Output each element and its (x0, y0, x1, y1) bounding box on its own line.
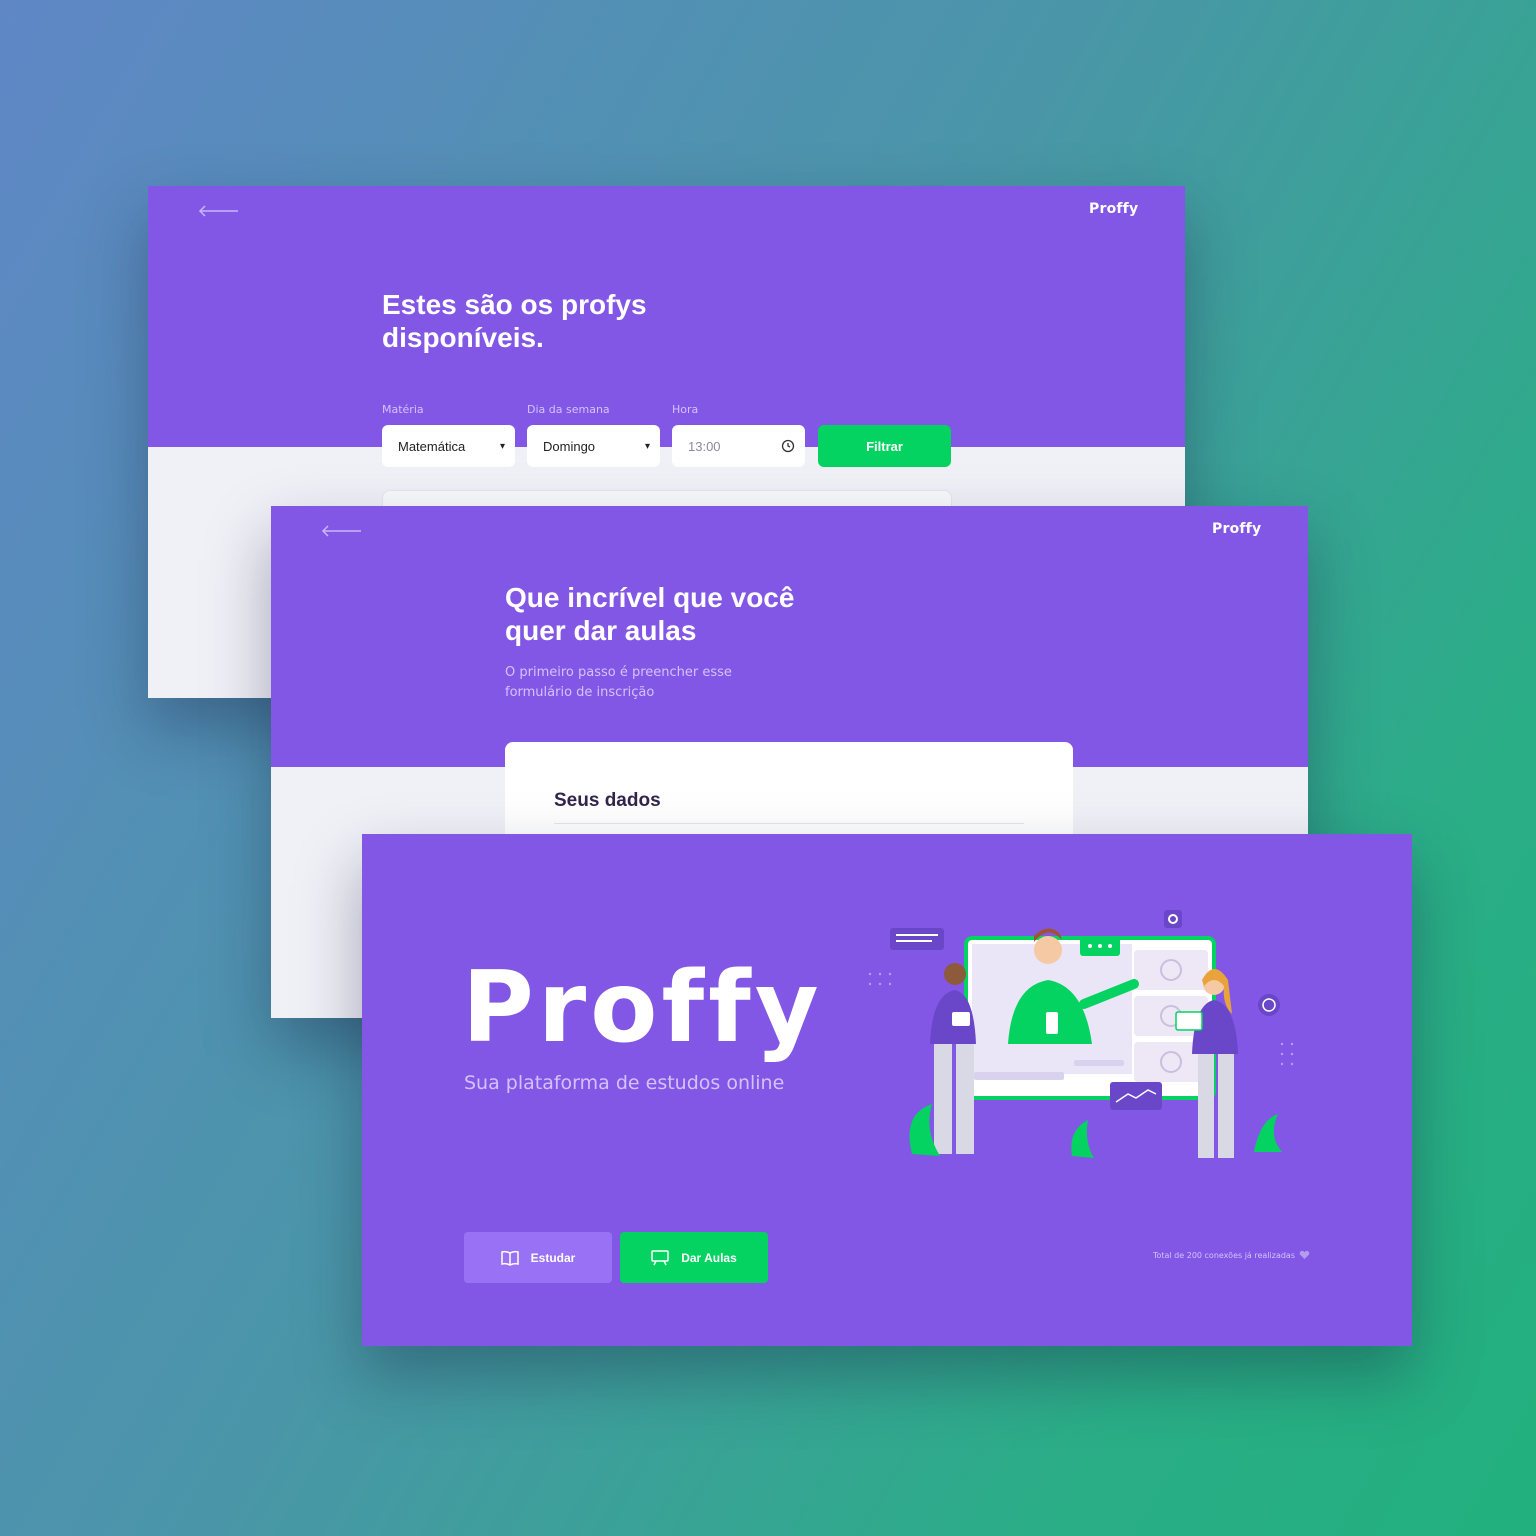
form-section-title: Seus dados (554, 790, 661, 811)
study-button-label: Estudar (530, 1250, 576, 1265)
book-icon (500, 1250, 519, 1266)
divider (554, 823, 1024, 824)
subject-select-value: Matemática (398, 438, 466, 454)
tagline: Sua plataforma de estudos online (464, 1072, 785, 1094)
page-header: Proffy Estes são os profys disponíveis. … (148, 186, 1185, 447)
heart-icon (1299, 1250, 1310, 1259)
weekday-label: Dia da semana (527, 403, 610, 416)
time-input-value: 13:00 (688, 438, 721, 454)
page-title: Estes são os profys disponíveis. (382, 289, 647, 353)
give-classes-button[interactable]: Dar Aulas (620, 1232, 768, 1283)
back-arrow-icon[interactable] (198, 204, 240, 218)
landing-illustration (868, 910, 1294, 1158)
page-title: Que incrível que você quer dar aulas (505, 582, 795, 646)
header-logo: Proffy (1212, 521, 1262, 537)
subject-select[interactable]: Matemática ▾ (382, 425, 515, 467)
back-arrow-icon[interactable] (321, 524, 363, 538)
chevron-down-icon: ▾ (499, 440, 505, 452)
total-connections: Total de 200 conexões já realizadas (1153, 1250, 1310, 1260)
filter-button[interactable]: Filtrar (818, 425, 951, 467)
subject-label: Matéria (382, 403, 424, 416)
time-input[interactable]: 13:00 (672, 425, 805, 467)
proffy-logo: Proffy (462, 951, 823, 1065)
presentation-icon (651, 1249, 669, 1265)
landing-page-screenshot: Proffy Sua plataforma de estudos online (362, 834, 1412, 1346)
chevron-down-icon: ▾ (644, 440, 650, 452)
page-header: Proffy Que incrível que você quer dar au… (271, 506, 1308, 767)
clock-icon (781, 439, 795, 453)
header-logo: Proffy (1089, 201, 1139, 217)
total-connections-text: Total de 200 conexões já realizadas (1152, 1250, 1295, 1260)
give-classes-button-label: Dar Aulas (681, 1250, 737, 1265)
weekday-select-value: Domingo (543, 438, 596, 454)
time-label: Hora (672, 403, 699, 416)
study-button[interactable]: Estudar (464, 1232, 612, 1283)
weekday-select[interactable]: Domingo ▾ (527, 425, 660, 467)
page-subtitle: O primeiro passo é preencher esse formul… (505, 665, 732, 700)
